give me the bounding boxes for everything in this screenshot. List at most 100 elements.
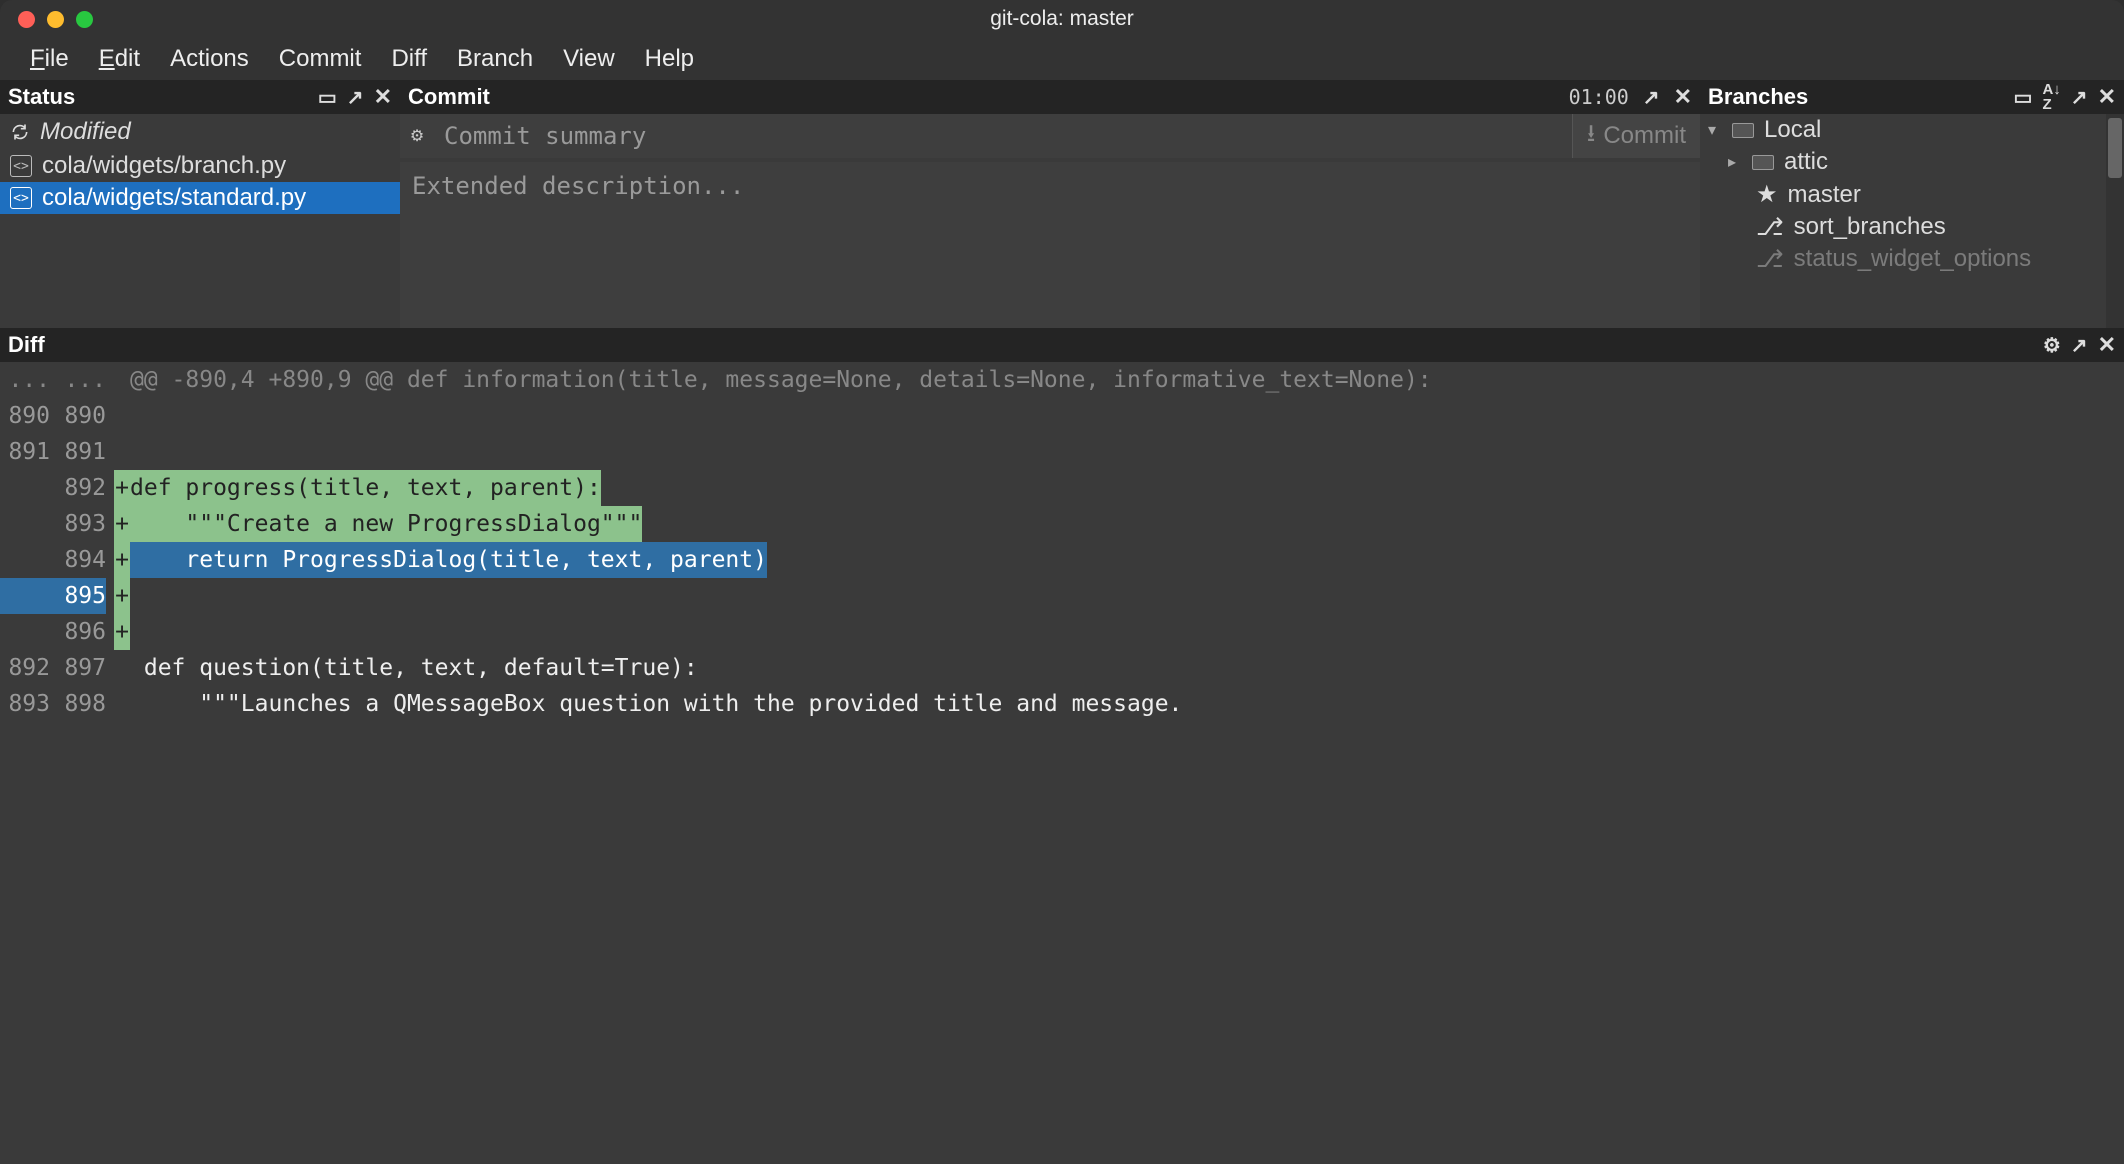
menu-branch[interactable]: Branch	[443, 41, 547, 77]
refresh-icon	[10, 122, 30, 142]
branches-header: Branches ▭ A↓Z ↗ ✕	[1700, 80, 2124, 114]
line-num-old	[0, 614, 50, 650]
line-num-new: 898	[50, 686, 106, 722]
menu-help[interactable]: Help	[631, 41, 708, 77]
diff-marker	[114, 398, 130, 434]
close-panel-icon[interactable]: ✕	[2098, 84, 2116, 110]
diff-code: return ProgressDialog(title, text, paren…	[130, 542, 767, 578]
diff-marker	[114, 434, 130, 470]
branch-label: sort_branches	[1794, 213, 1946, 241]
popout-icon[interactable]: ↗	[2071, 333, 2088, 358]
expand-arrow-icon: ▾	[1708, 120, 1722, 140]
line-num-old	[0, 470, 50, 506]
commit-options-button[interactable]: ⚙	[400, 114, 434, 158]
branch-icon: ⎇	[1756, 213, 1784, 241]
diff-panel: Diff ⚙ ↗ ✕ ...... @@ -890,4 +890,9 @@ de…	[0, 328, 2124, 1164]
branch-master[interactable]: ★ master	[1700, 178, 2124, 211]
diff-line[interactable]: 896+	[0, 614, 2124, 650]
branch-icon: ⎇	[1756, 245, 1784, 273]
branches-local-node[interactable]: ▾ Local	[1700, 114, 2124, 146]
line-num-new: 891	[50, 434, 106, 470]
status-file-path: cola/widgets/standard.py	[42, 184, 306, 212]
file-icon: <>	[10, 187, 32, 209]
line-num-new: 896	[50, 614, 106, 650]
line-num-old	[0, 542, 50, 578]
diff-marker: +	[114, 614, 130, 650]
line-num-old: 890	[0, 398, 50, 434]
popout-icon[interactable]: ↗	[347, 85, 364, 110]
line-num-new: ...	[50, 362, 106, 398]
diff-line[interactable]: 890890	[0, 398, 2124, 434]
diff-code: """Launches a QMessageBox question with …	[130, 686, 1182, 722]
status-file-path: cola/widgets/branch.py	[42, 152, 286, 180]
diff-marker: +	[114, 470, 130, 506]
diff-code: def question(title, text, default=True):	[130, 650, 698, 686]
gear-icon: ⚙	[410, 126, 424, 146]
diff-marker	[114, 686, 130, 722]
line-num-old	[0, 578, 50, 614]
commit-description-input[interactable]	[400, 162, 1700, 328]
diff-view[interactable]: ...... @@ -890,4 +890,9 @@ def informati…	[0, 362, 2124, 1164]
sort-icon[interactable]: A↓Z	[2042, 82, 2060, 112]
close-panel-icon[interactable]: ✕	[374, 84, 392, 110]
status-title: Status	[8, 84, 75, 110]
menu-diff[interactable]: Diff	[377, 41, 441, 77]
line-num-old	[0, 506, 50, 542]
star-icon: ★	[1756, 180, 1778, 209]
status-header: Status ▭ ↗ ✕	[0, 80, 400, 114]
diff-line[interactable]: 892897 def question(title, text, default…	[0, 650, 2124, 686]
diff-marker: +	[114, 542, 130, 578]
status-file-0[interactable]: <> cola/widgets/branch.py	[0, 150, 400, 182]
diff-title: Diff	[8, 332, 45, 358]
status-modified-heading[interactable]: Modified	[0, 114, 400, 150]
drag-handle-icon[interactable]: ▭	[318, 85, 337, 110]
popout-icon[interactable]: ↗	[1643, 85, 1660, 110]
popout-icon[interactable]: ↗	[2071, 85, 2088, 110]
diff-line[interactable]: 891891	[0, 434, 2124, 470]
file-icon: <>	[10, 155, 32, 177]
branch-status-widget-options[interactable]: ⎇ status_widget_options	[1700, 243, 2124, 275]
line-num-old: 893	[0, 686, 50, 722]
commit-header: Commit 01:00 ↗ ✕	[400, 80, 1700, 114]
line-num-old: 891	[0, 434, 50, 470]
commit-summary-input[interactable]	[434, 114, 1572, 158]
branches-tree: ▾ Local ▸ attic ★ master ⎇ sort_branches…	[1700, 114, 2124, 328]
menu-file[interactable]: File	[16, 41, 83, 77]
diff-line[interactable]: 893898 """Launches a QMessageBox questio…	[0, 686, 2124, 722]
commit-title: Commit	[408, 84, 490, 110]
branches-scrollbar[interactable]	[2106, 114, 2124, 328]
line-num-new: 893	[50, 506, 106, 542]
branch-label: master	[1788, 181, 1861, 209]
folder-icon	[1752, 155, 1774, 170]
menu-commit[interactable]: Commit	[265, 41, 376, 77]
diff-line[interactable]: 893+ """Create a new ProgressDialog"""	[0, 506, 2124, 542]
branches-folder-attic[interactable]: ▸ attic	[1700, 146, 2124, 178]
diff-line[interactable]: 894+ return ProgressDialog(title, text, …	[0, 542, 2124, 578]
titlebar: git-cola: master	[0, 0, 2124, 38]
branch-sort-branches[interactable]: ⎇ sort_branches	[1700, 211, 2124, 243]
commit-button-label: Commit	[1603, 122, 1686, 150]
diff-line[interactable]: ...... @@ -890,4 +890,9 @@ def informati…	[0, 362, 2124, 398]
window-title: git-cola: master	[0, 7, 2124, 31]
commit-button[interactable]: ⭳ Commit	[1572, 114, 1700, 158]
line-num-new: 892	[50, 470, 106, 506]
diff-line[interactable]: 892+def progress(title, text, parent):	[0, 470, 2124, 506]
diff-line[interactable]: 895+	[0, 578, 2124, 614]
status-file-1[interactable]: <> cola/widgets/standard.py	[0, 182, 400, 214]
menu-view[interactable]: View	[549, 41, 629, 77]
line-num-new: 890	[50, 398, 106, 434]
folder-icon	[1732, 123, 1754, 138]
close-panel-icon[interactable]: ✕	[2098, 332, 2116, 358]
diff-header: Diff ⚙ ↗ ✕	[0, 328, 2124, 362]
menu-edit[interactable]: Edit	[85, 41, 154, 77]
branches-title: Branches	[1708, 84, 1808, 110]
branches-local-label: Local	[1764, 116, 1821, 144]
gear-icon[interactable]: ⚙	[2043, 333, 2061, 358]
branches-panel: Branches ▭ A↓Z ↗ ✕ ▾ Local ▸ attic ★ mas…	[1700, 80, 2124, 328]
close-panel-icon[interactable]: ✕	[1674, 84, 1692, 110]
drag-handle-icon[interactable]: ▭	[2014, 85, 2033, 110]
commit-panel: Commit 01:00 ↗ ✕ ⚙ ⭳ Commit	[400, 80, 1700, 328]
menu-actions[interactable]: Actions	[156, 41, 263, 77]
scrollbar-thumb[interactable]	[2108, 118, 2122, 178]
menubar: File Edit Actions Commit Diff Branch Vie…	[0, 38, 2124, 80]
